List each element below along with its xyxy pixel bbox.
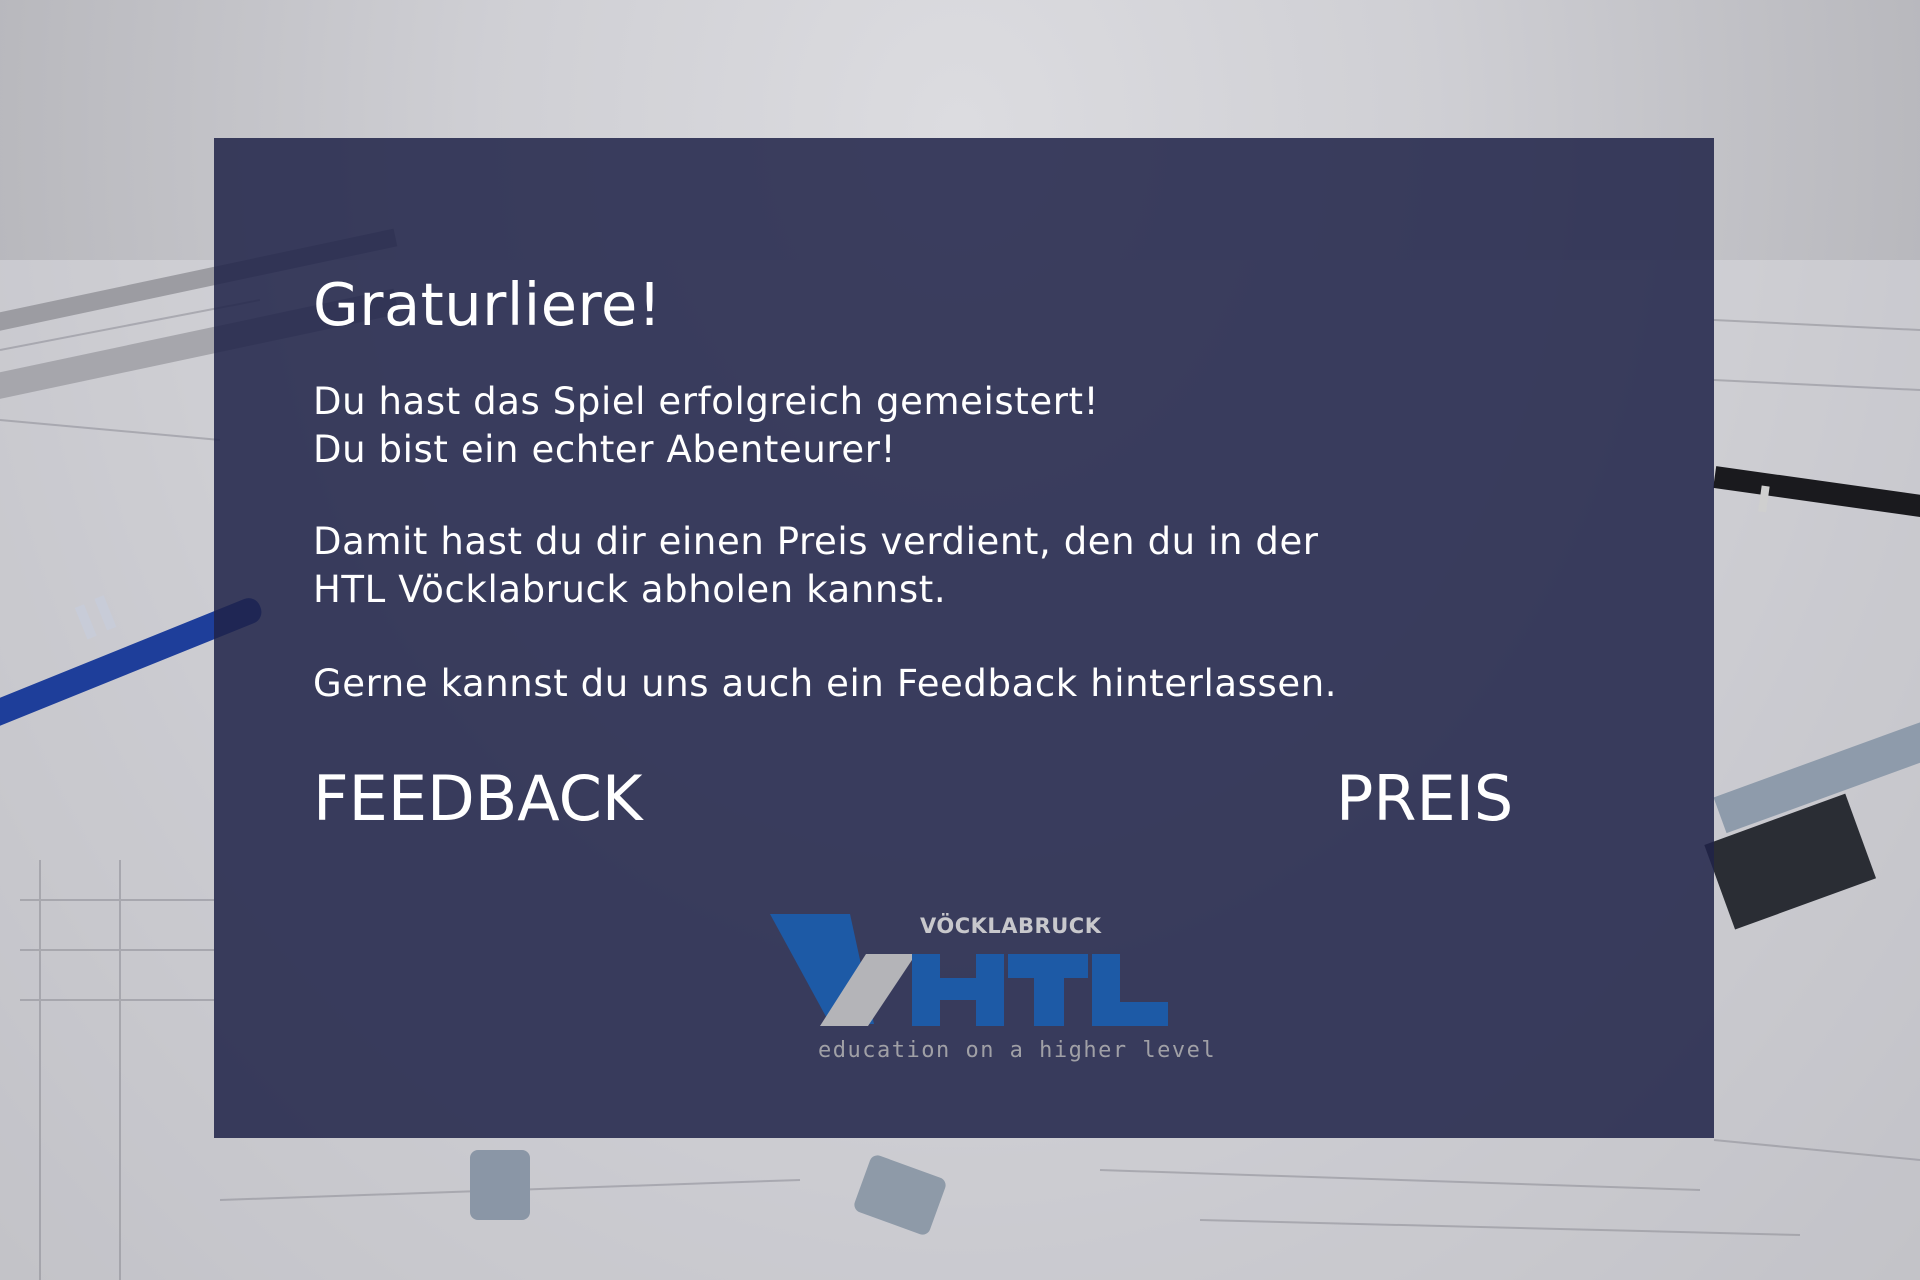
- message-line: HTL Vöcklabruck abholen kannst.: [313, 568, 947, 611]
- prize-button[interactable]: PREIS: [1336, 768, 1513, 830]
- htl-voecklabruck-logo: VÖCKLABRUCK education on a higher level: [770, 914, 1215, 1084]
- message-line: Damit hast du dir einen Preis verdient, …: [313, 520, 1319, 563]
- logo-tagline: education on a higher level: [818, 1038, 1217, 1063]
- message-line: Du hast das Spiel erfolgreich gemeistert…: [313, 380, 1100, 423]
- message-line: Du bist ein echter Abenteurer!: [313, 428, 897, 471]
- congratulations-dialog: Graturliere! Du hast das Spiel erfolgrei…: [214, 138, 1714, 1138]
- feedback-message: Gerne kannst du uns auch ein Feedback hi…: [313, 660, 1337, 708]
- dialog-title: Graturliere!: [313, 270, 662, 339]
- prize-message: Damit hast du dir einen Preis verdient, …: [313, 518, 1319, 614]
- logo-town: VÖCKLABRUCK: [920, 914, 1102, 938]
- success-message: Du hast das Spiel erfolgreich gemeistert…: [313, 378, 1099, 474]
- feedback-button[interactable]: FEEDBACK: [313, 768, 643, 830]
- message-line: Gerne kannst du uns auch ein Feedback hi…: [313, 662, 1338, 705]
